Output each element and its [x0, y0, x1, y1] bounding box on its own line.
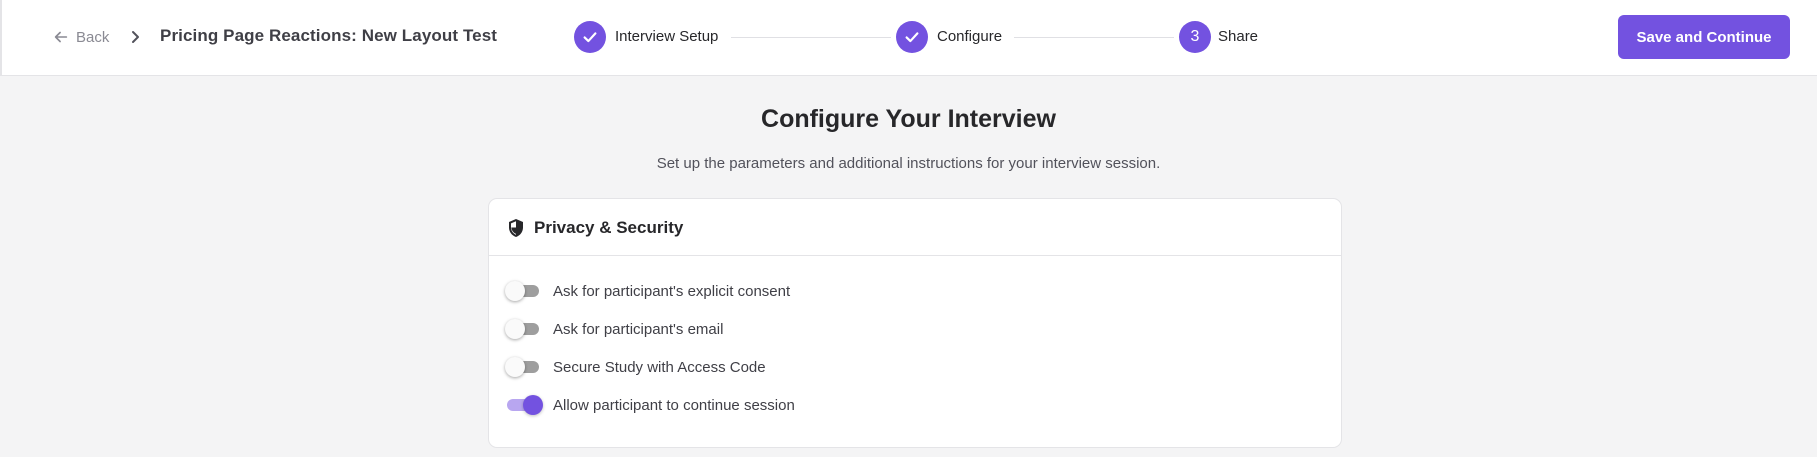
access-code-toggle[interactable] — [505, 357, 541, 377]
save-and-continue-button[interactable]: Save and Continue — [1618, 15, 1790, 59]
step-1-check-icon[interactable] — [574, 21, 606, 53]
step-2-label[interactable]: Configure — [937, 28, 1002, 45]
step-2-check-icon[interactable] — [896, 21, 928, 53]
option-label: Allow participant to continue session — [553, 396, 795, 414]
arrow-left-icon — [54, 31, 68, 43]
section-heading: Configure Your Interview — [761, 105, 1056, 133]
back-button[interactable]: Back — [52, 26, 109, 48]
step-1-label[interactable]: Interview Setup — [615, 28, 718, 45]
privacy-security-card: Privacy & Security Ask for participant's… — [488, 198, 1342, 448]
top-bar: Back Pricing Page Reactions: New Layout … — [0, 0, 1817, 76]
consent-toggle[interactable] — [505, 281, 541, 301]
step-3-number[interactable]: 3 — [1179, 21, 1211, 53]
chevron-right-icon — [128, 28, 142, 46]
option-email: Ask for participant's email — [505, 317, 723, 341]
option-continue-session: Allow participant to continue session — [505, 393, 795, 417]
card-header: Privacy & Security — [489, 199, 1341, 256]
step-connector — [1014, 37, 1174, 38]
option-label: Secure Study with Access Code — [553, 358, 766, 376]
email-toggle[interactable] — [505, 319, 541, 339]
page-title: Pricing Page Reactions: New Layout Test — [160, 26, 498, 45]
continue-session-toggle[interactable] — [505, 395, 543, 415]
back-label: Back — [76, 28, 110, 46]
option-label: Ask for participant's explicit consent — [553, 282, 791, 300]
option-explicit-consent: Ask for participant's explicit consent — [505, 279, 790, 303]
option-label: Ask for participant's email — [553, 320, 724, 338]
shield-icon — [509, 219, 523, 237]
card-title: Privacy & Security — [534, 218, 684, 237]
step-3-label[interactable]: Share — [1218, 28, 1258, 45]
section-subtitle: Set up the parameters and additional ins… — [656, 155, 1161, 172]
step-connector — [731, 37, 891, 38]
option-access-code: Secure Study with Access Code — [505, 355, 766, 379]
